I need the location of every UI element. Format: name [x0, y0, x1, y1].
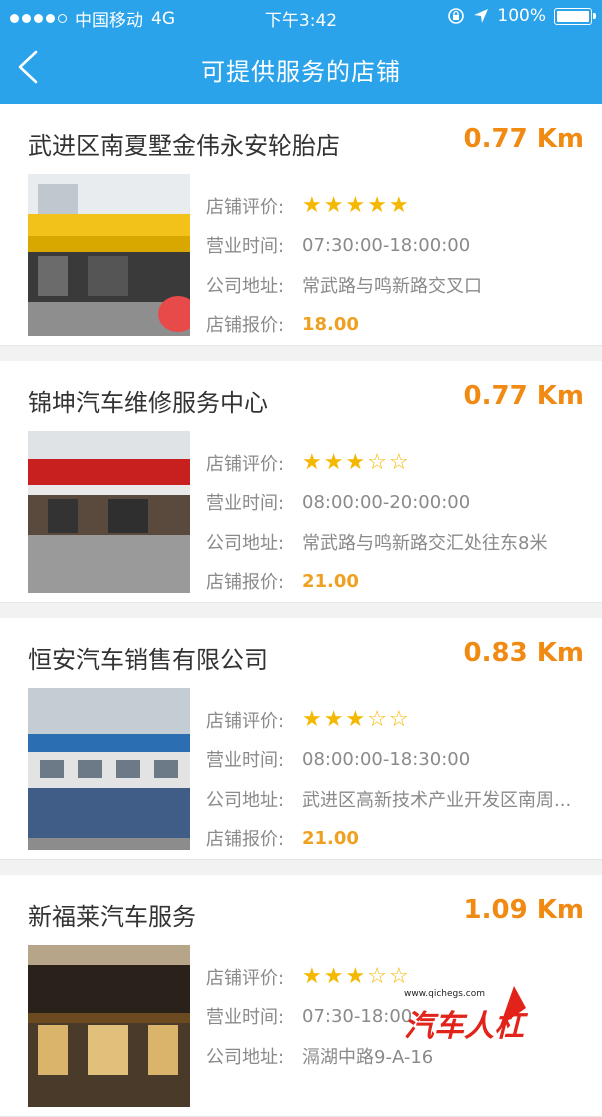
battery-icon: [554, 7, 596, 25]
rating-stars: ★ ★ ★ ☆ ☆: [302, 963, 409, 989]
hours-label: 营业时间:: [206, 236, 285, 258]
shop-name: 新福莱汽车服务: [28, 903, 196, 931]
price-row: 店铺报价: 18.00: [206, 305, 482, 345]
shop-photo: [28, 688, 190, 850]
rating-label: 店铺评价:: [206, 453, 285, 475]
address-label: 公司地址:: [206, 1046, 285, 1068]
hours-row: 营业时间: 08:00:00-20:00:00: [206, 483, 547, 523]
hours-value: 08:00:00-20:00:00: [302, 491, 471, 513]
hours-label: 营业时间:: [206, 493, 285, 515]
rating-stars: ★ ★ ★ ☆ ☆: [302, 706, 409, 732]
watermark-url: www.qichegs.com: [404, 989, 485, 999]
rating-label: 店铺评价:: [206, 196, 285, 218]
hours-row: 营业时间: 08:00:00-18:30:00: [206, 740, 571, 780]
star-filled-icon: ★: [323, 449, 344, 475]
battery-percent: 100%: [497, 6, 546, 26]
star-empty-icon: ☆: [367, 963, 387, 989]
hours-value: 07:30:00-18:00:00: [302, 234, 471, 256]
address-row: 公司地址: 常武路与鸣新路交汇处往东8米: [206, 522, 547, 562]
shop-photo: [28, 174, 190, 336]
divider: [0, 860, 602, 875]
rating-label: 店铺评价:: [206, 967, 285, 989]
shop-card[interactable]: 武进区南夏墅金伟永安轮胎店 0.77 Km 店铺评价: ★ ★ ★ ★ ★ 营业…: [0, 104, 602, 346]
address-row: 公司地址: 滆湖中路9-A-16: [206, 1036, 433, 1076]
price-label: 店铺报价:: [206, 829, 285, 851]
hours-label: 营业时间:: [206, 1007, 285, 1029]
hours-row: 营业时间: 07:30-18:00: [206, 997, 433, 1037]
star-filled-icon: ★: [388, 192, 409, 218]
rating-stars: ★ ★ ★ ★ ★: [302, 192, 409, 218]
address-row: 公司地址: 常武路与鸣新路交叉口: [206, 265, 482, 305]
rating-row: 店铺评价: ★ ★ ★ ☆ ☆: [206, 443, 547, 483]
rating-stars: ★ ★ ★ ☆ ☆: [302, 449, 409, 475]
star-filled-icon: ★: [345, 449, 366, 475]
star-filled-icon: ★: [302, 706, 322, 732]
address-value: 常武路与鸣新路交汇处往东8米: [302, 532, 548, 554]
star-empty-icon: ☆: [388, 706, 409, 732]
star-filled-icon: ★: [345, 192, 366, 218]
address-label: 公司地址:: [206, 532, 285, 554]
shop-distance: 0.77 Km: [463, 124, 584, 154]
price-row: 店铺报价: 21.00: [206, 819, 571, 859]
watermark-logo: www.qichegs.com 汽车人杠: [404, 986, 529, 1044]
rating-label: 店铺评价:: [206, 710, 285, 732]
star-empty-icon: ☆: [388, 449, 409, 475]
divider: [0, 346, 602, 361]
svg-text:汽车人杠: 汽车人杠: [404, 1009, 529, 1044]
star-filled-icon: ★: [367, 192, 387, 218]
star-empty-icon: ☆: [367, 449, 387, 475]
page-title: 可提供服务的店铺: [201, 58, 401, 86]
star-filled-icon: ★: [323, 706, 344, 732]
rating-row: 店铺评价: ★ ★ ★ ★ ★: [206, 186, 482, 226]
location-icon: [474, 9, 489, 23]
address-label: 公司地址:: [206, 275, 285, 297]
divider: [0, 603, 602, 618]
price-value: 21.00: [302, 827, 359, 849]
star-filled-icon: ★: [323, 963, 344, 989]
header-bar: 中国移动 4G 下午3:42 100% 可提供服务的店铺: [0, 0, 602, 104]
address-label: 公司地址:: [206, 789, 285, 811]
hours-value: 08:00:00-18:30:00: [302, 748, 471, 770]
hours-value: 07:30-18:00: [302, 1005, 413, 1027]
shop-name: 恒安汽车销售有限公司: [28, 646, 268, 674]
address-row: 公司地址: 武进区高新技术产业开发区南周...: [206, 779, 571, 819]
rotation-lock-icon: [448, 8, 465, 24]
shop-distance: 1.09 Km: [463, 895, 584, 925]
shop-distance: 0.77 Km: [463, 381, 584, 411]
rating-row: 店铺评价: ★ ★ ★ ☆ ☆: [206, 957, 433, 997]
price-label: 店铺报价:: [206, 572, 285, 594]
star-filled-icon: ★: [302, 963, 322, 989]
hours-label: 营业时间:: [206, 750, 285, 772]
price-value: 18.00: [302, 313, 359, 335]
price-value: 21.00: [302, 570, 359, 592]
star-filled-icon: ★: [302, 449, 322, 475]
nav-bar: 可提供服务的店铺: [0, 34, 602, 104]
rating-row: 店铺评价: ★ ★ ★ ☆ ☆: [206, 700, 571, 740]
address-value: 常武路与鸣新路交叉口: [302, 275, 482, 297]
shop-list: 武进区南夏墅金伟永安轮胎店 0.77 Km 店铺评价: ★ ★ ★ ★ ★ 营业…: [0, 104, 602, 1117]
star-empty-icon: ☆: [367, 706, 387, 732]
shop-photo: [28, 431, 190, 593]
hours-row: 营业时间: 07:30:00-18:00:00: [206, 226, 482, 266]
star-filled-icon: ★: [345, 706, 366, 732]
shop-photo: [28, 945, 190, 1107]
address-value: 武进区高新技术产业开发区南周...: [302, 789, 572, 811]
star-filled-icon: ★: [302, 192, 322, 218]
price-row: 店铺报价: 21.00: [206, 562, 547, 602]
star-filled-icon: ★: [345, 963, 366, 989]
star-filled-icon: ★: [323, 192, 344, 218]
shop-card[interactable]: 锦坤汽车维修服务中心 0.77 Km 店铺评价: ★ ★ ★ ☆ ☆ 营业时间:…: [0, 361, 602, 603]
status-bar: 中国移动 4G 下午3:42 100%: [0, 0, 602, 34]
shop-distance: 0.83 Km: [463, 638, 584, 668]
shop-card[interactable]: 恒安汽车销售有限公司 0.83 Km 店铺评价: ★ ★ ★ ☆ ☆ 营业时间:…: [0, 618, 602, 860]
price-label: 店铺报价:: [206, 315, 285, 337]
shop-name: 武进区南夏墅金伟永安轮胎店: [28, 132, 340, 160]
shop-name: 锦坤汽车维修服务中心: [28, 389, 268, 417]
